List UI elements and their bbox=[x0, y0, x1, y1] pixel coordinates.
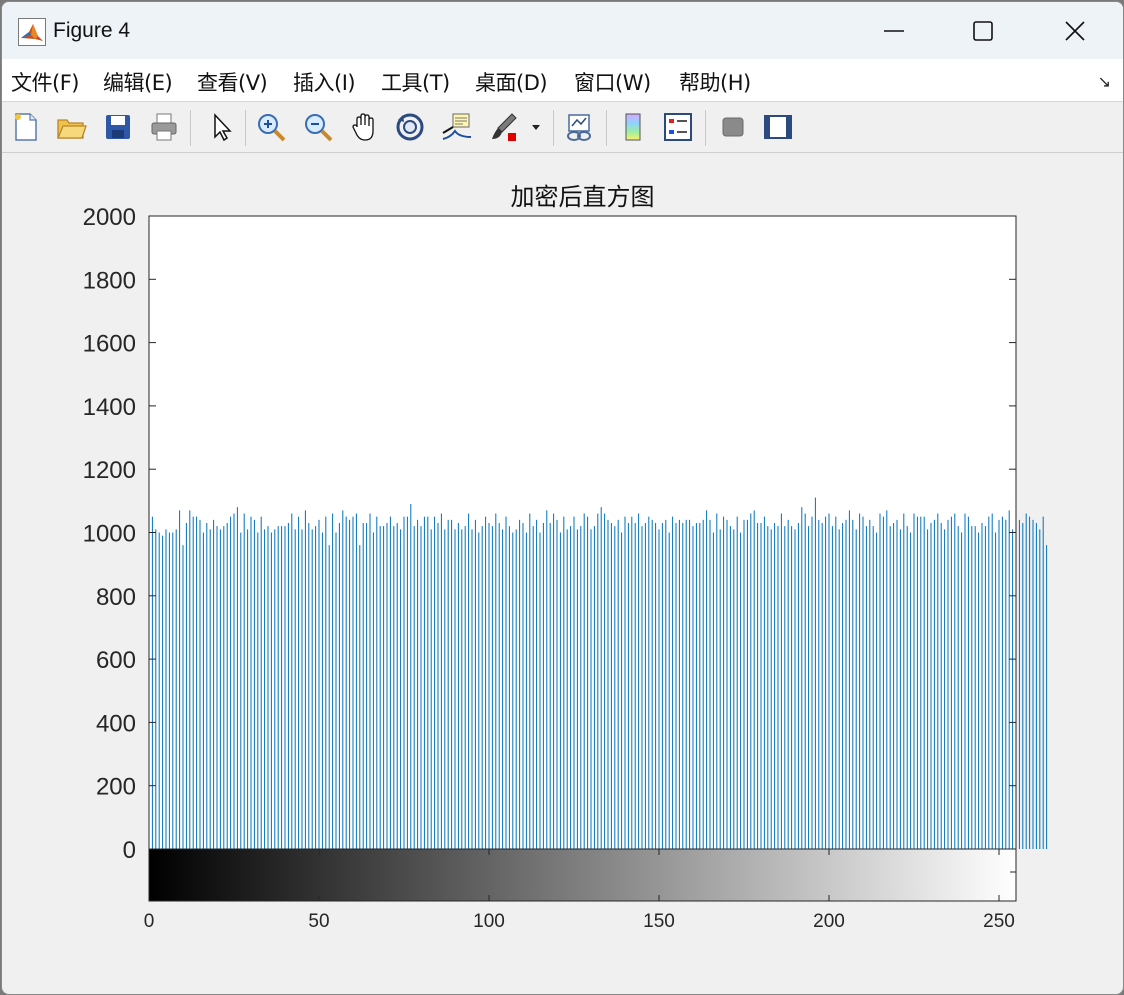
x-tick-label: 50 bbox=[308, 911, 329, 932]
y-tick-label: 600 bbox=[96, 647, 136, 674]
x-tick-label: 250 bbox=[983, 911, 1015, 932]
histogram-plot[interactable]: 0 200 400 600 800 1000 1200 1400 1600 1800 2000 0 5… bbox=[0, 0, 1124, 995]
x-tick-label: 0 bbox=[144, 911, 155, 932]
y-tick-label: 1200 bbox=[83, 457, 136, 484]
grayscale-colorbar bbox=[148, 848, 1017, 902]
axes-background bbox=[149, 216, 1016, 849]
y-tick-label: 1000 bbox=[83, 521, 136, 548]
y-tick-label: 1600 bbox=[83, 331, 136, 358]
x-tick-label: 150 bbox=[643, 911, 675, 932]
y-tick-label: 2000 bbox=[83, 204, 136, 231]
y-tick-label: 0 bbox=[123, 837, 136, 864]
y-tick-label: 800 bbox=[96, 584, 136, 611]
y-tick-label: 400 bbox=[96, 710, 136, 737]
x-tick-label: 100 bbox=[473, 911, 505, 932]
chart-title: 加密后直方图 bbox=[511, 183, 655, 211]
y-tick-label: 1800 bbox=[83, 267, 136, 294]
y-tick-label: 1400 bbox=[83, 394, 136, 421]
y-tick-label: 200 bbox=[96, 774, 136, 801]
x-tick-label: 200 bbox=[813, 911, 845, 932]
